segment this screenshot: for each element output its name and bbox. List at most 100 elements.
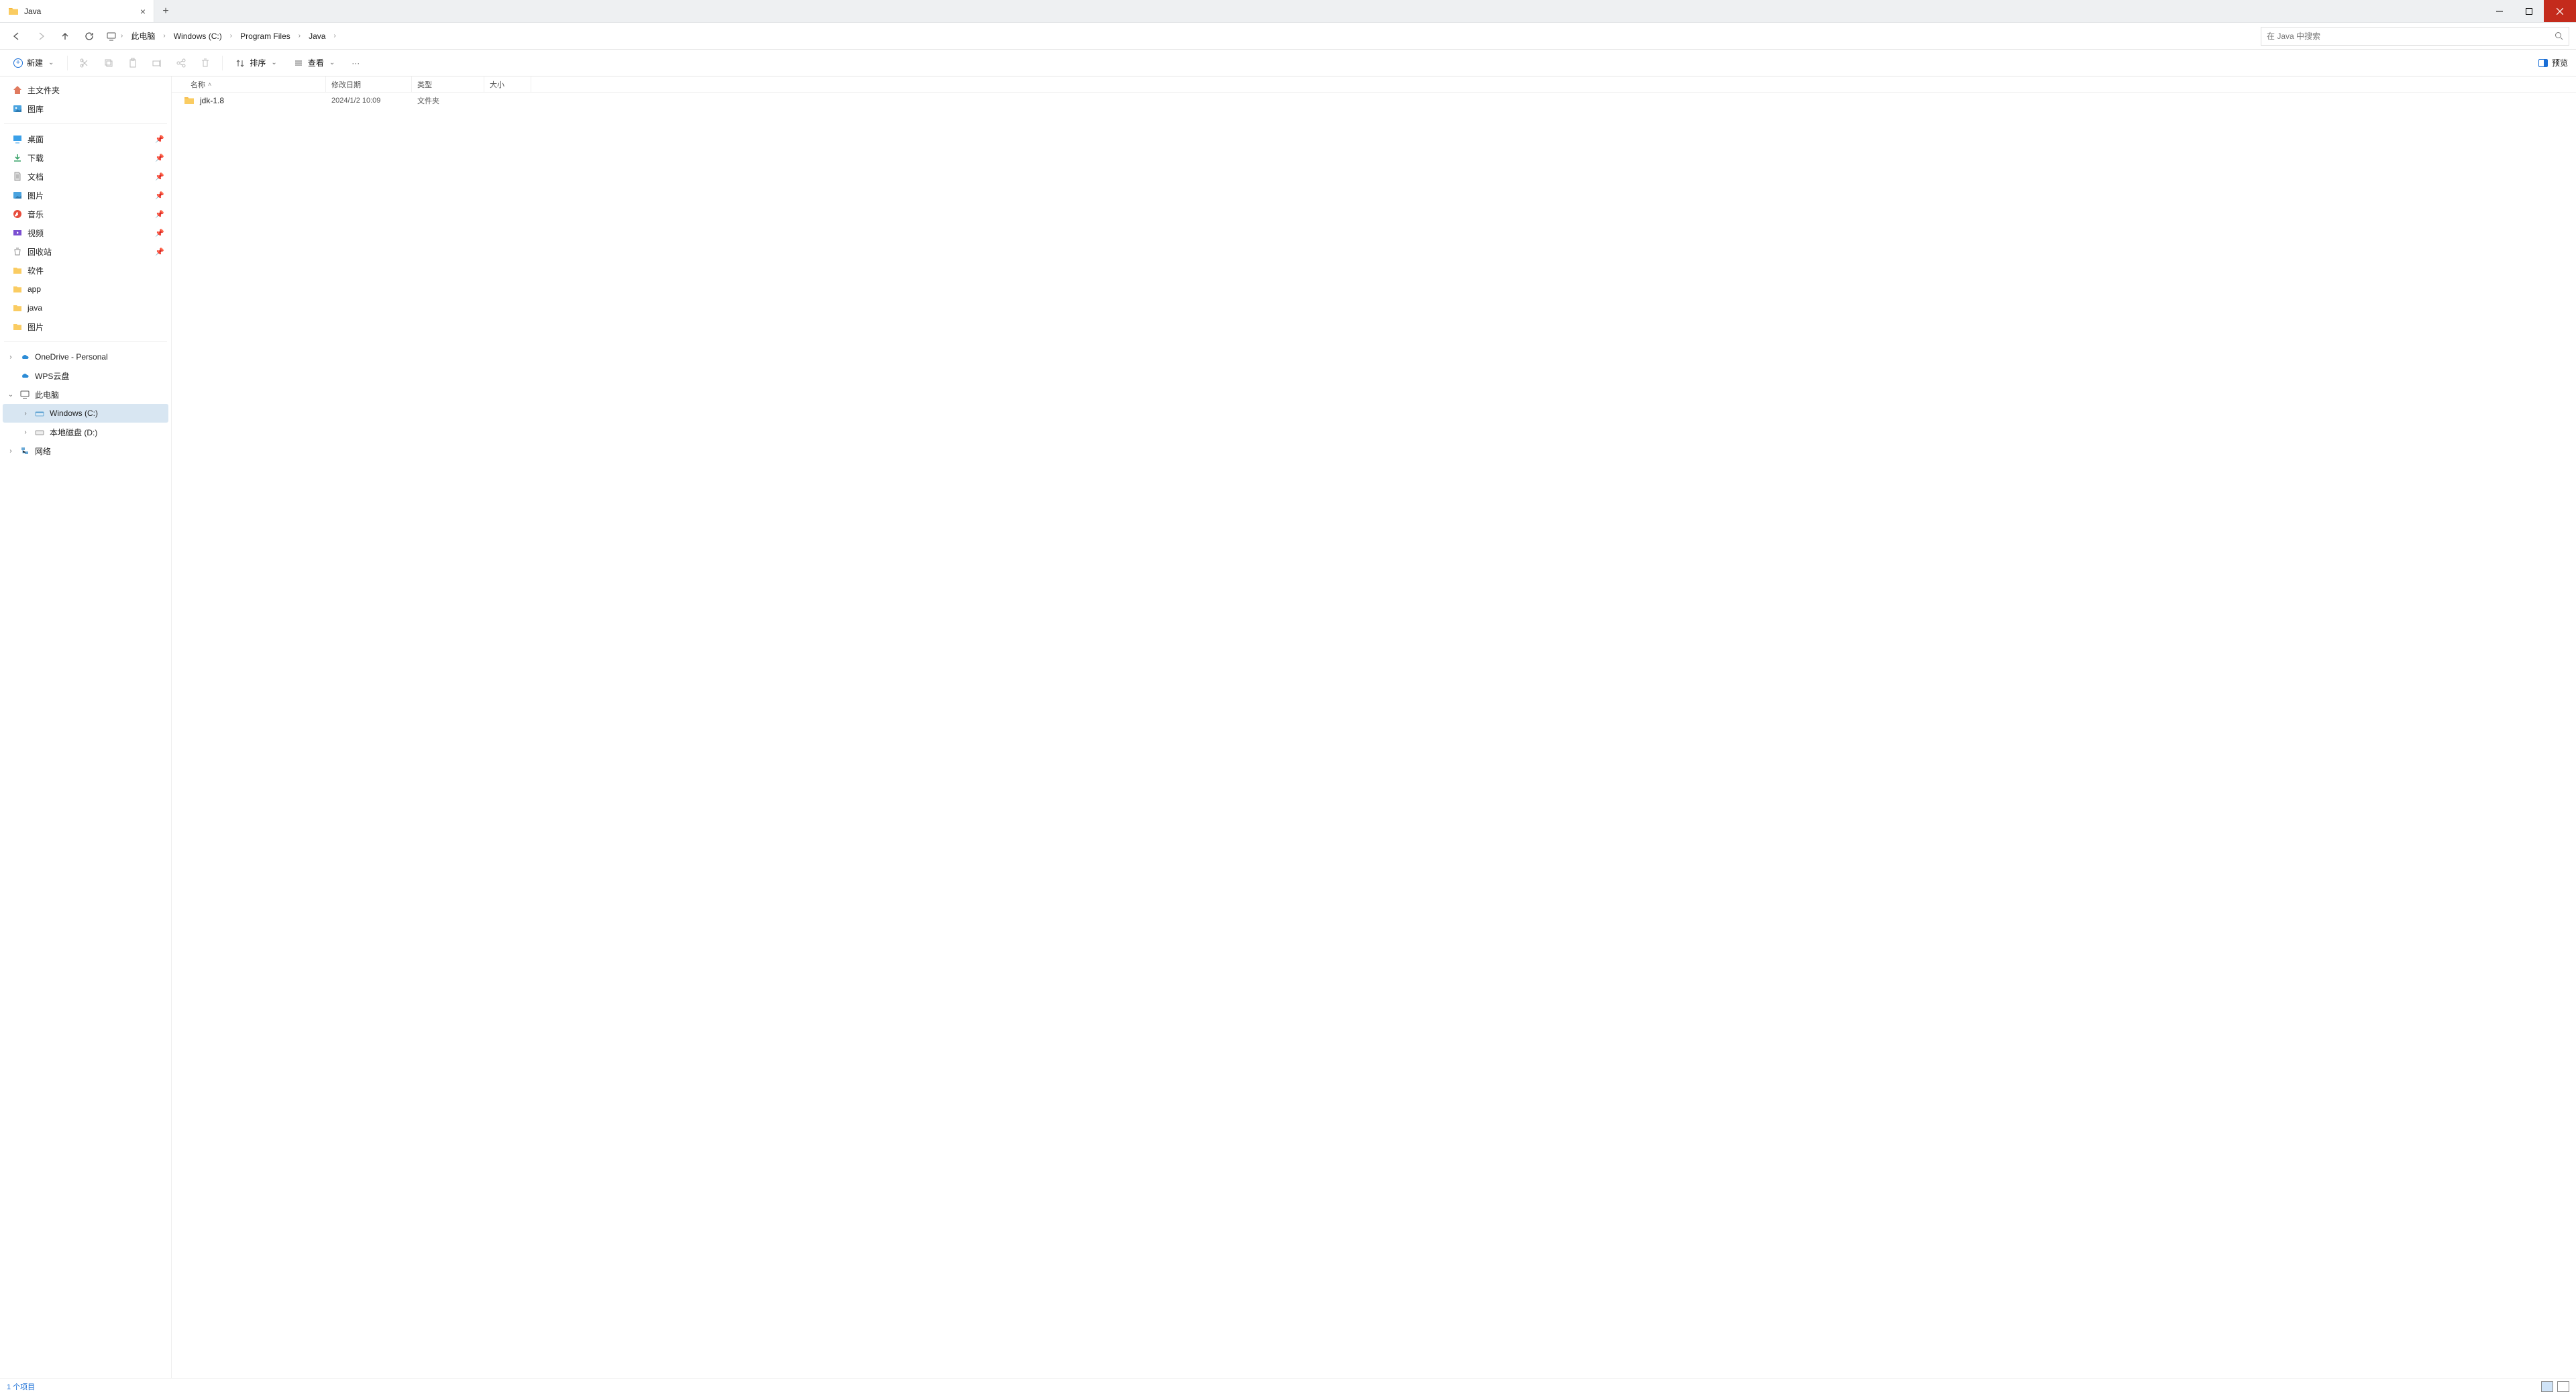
col-name[interactable]: 名称 ˄ — [172, 76, 326, 92]
sidebar-label: 音乐 — [28, 209, 44, 220]
file-name: jdk-1.8 — [200, 96, 224, 105]
sidebar-label: OneDrive - Personal — [35, 352, 108, 362]
monitor-icon — [106, 31, 117, 42]
breadcrumb-item[interactable]: 此电脑 — [127, 28, 159, 44]
sidebar-quick-recycle[interactable]: 回收站 📌 — [3, 242, 168, 261]
tab[interactable]: Java × — [0, 0, 154, 22]
col-type[interactable]: 类型 — [412, 76, 484, 92]
refresh-button[interactable] — [79, 26, 99, 46]
sidebar-quick-videos[interactable]: 视频 📌 — [3, 223, 168, 242]
pin-icon: 📌 — [155, 191, 164, 200]
expand-icon[interactable]: › — [21, 429, 30, 436]
maximize-button[interactable] — [2514, 0, 2544, 22]
sidebar: 主文件夹 图库 桌面 📌 下载 📌 文档 📌 图片 📌 — [0, 76, 172, 1378]
pin-icon: 📌 — [155, 210, 164, 219]
status-text: 1 个项目 — [7, 1381, 35, 1392]
preview-button-label: 预览 — [2552, 57, 2568, 68]
sidebar-quick-pictures[interactable]: 图片 📌 — [3, 186, 168, 205]
sidebar-quick-music[interactable]: 音乐 📌 — [3, 205, 168, 223]
view-button[interactable]: 查看 ⌄ — [288, 54, 341, 71]
title-bar: Java × + — [0, 0, 2576, 23]
pin-icon: 📌 — [155, 154, 164, 162]
folder-icon — [12, 284, 23, 294]
sidebar-label: 此电脑 — [35, 389, 59, 400]
breadcrumb-item[interactable]: Program Files — [236, 29, 294, 44]
sidebar-label: app — [28, 284, 41, 294]
minimize-button[interactable] — [2485, 0, 2514, 22]
cloud-icon — [19, 352, 30, 362]
expand-icon[interactable]: › — [7, 354, 15, 361]
chevron-right-icon[interactable]: › — [119, 32, 124, 40]
sidebar-wps[interactable]: WPS云盘 — [3, 366, 168, 385]
sort-button[interactable]: 排序 ⌄ — [229, 54, 283, 71]
icons-view-button[interactable] — [2557, 1381, 2569, 1392]
view-icon — [293, 58, 304, 68]
document-icon — [12, 171, 23, 182]
sidebar-thispc[interactable]: ⌄ 此电脑 — [3, 385, 168, 404]
col-label: 类型 — [417, 79, 432, 90]
cloud-icon — [19, 370, 30, 381]
toolbar: + 新建 ⌄ 排序 ⌄ 查看 ⌄ ··· 预览 — [0, 50, 2576, 76]
sidebar-home[interactable]: 主文件夹 — [3, 81, 168, 99]
sidebar-label: 图库 — [28, 103, 44, 115]
chevron-right-icon[interactable]: › — [332, 32, 337, 40]
breadcrumb-item[interactable]: Windows (C:) — [170, 29, 226, 44]
details-view-button[interactable] — [2541, 1381, 2553, 1392]
col-label: 名称 — [191, 79, 205, 90]
sidebar-label: WPS云盘 — [35, 370, 69, 382]
forward-button[interactable] — [31, 26, 51, 46]
collapse-icon[interactable]: ⌄ — [7, 391, 15, 398]
search-input[interactable]: 在 Java 中搜索 — [2261, 27, 2569, 46]
sidebar-label: 回收站 — [28, 246, 52, 258]
chevron-right-icon[interactable]: › — [229, 32, 233, 40]
sidebar-quick-documents[interactable]: 文档 📌 — [3, 167, 168, 186]
sidebar-network[interactable]: › 网络 — [3, 441, 168, 460]
download-icon — [12, 152, 23, 163]
col-date[interactable]: 修改日期 — [326, 76, 412, 92]
gallery-icon — [12, 103, 23, 114]
col-size[interactable]: 大小 — [484, 76, 531, 92]
file-row[interactable]: jdk-1.8 2024/1/2 10:09 文件夹 — [172, 93, 2576, 109]
up-button[interactable] — [55, 26, 75, 46]
sidebar-label: 桌面 — [28, 133, 44, 145]
folder-icon — [8, 6, 19, 17]
sidebar-drive-d[interactable]: › 本地磁盘 (D:) — [3, 423, 168, 441]
tab-title: Java — [24, 7, 41, 16]
back-button[interactable] — [7, 26, 27, 46]
sidebar-label: 软件 — [28, 265, 44, 276]
sidebar-quick-java[interactable]: java — [3, 299, 168, 317]
delete-button — [195, 53, 215, 73]
expand-icon[interactable]: › — [21, 410, 30, 417]
paste-button — [123, 53, 143, 73]
sidebar-quick-pictures2[interactable]: 图片 — [3, 317, 168, 336]
chevron-down-icon: ⌄ — [270, 59, 278, 66]
sidebar-label: java — [28, 303, 42, 313]
sidebar-label: 文档 — [28, 171, 44, 182]
drive-icon — [34, 427, 45, 437]
network-icon — [19, 445, 30, 456]
toolbar-separator — [222, 56, 223, 70]
new-tab-button[interactable]: + — [154, 0, 177, 22]
breadcrumb-bar[interactable]: › 此电脑 › Windows (C:) › Program Files › J… — [103, 28, 2257, 44]
new-button[interactable]: + 新建 ⌄ — [8, 54, 60, 71]
sidebar-drive-c[interactable]: › Windows (C:) — [3, 404, 168, 423]
preview-button[interactable]: 预览 — [2538, 57, 2568, 68]
video-icon — [12, 227, 23, 238]
folder-icon — [12, 321, 23, 332]
more-button[interactable]: ··· — [345, 53, 366, 73]
chevron-right-icon[interactable]: › — [162, 32, 166, 40]
sidebar-quick-desktop[interactable]: 桌面 📌 — [3, 129, 168, 148]
expand-icon[interactable]: › — [7, 447, 15, 455]
sidebar-onedrive[interactable]: › OneDrive - Personal — [3, 347, 168, 366]
sidebar-quick-software[interactable]: 软件 — [3, 261, 168, 280]
breadcrumb-item[interactable]: Java — [305, 29, 329, 44]
sidebar-label: Windows (C:) — [50, 409, 98, 418]
pin-icon: 📌 — [155, 135, 164, 144]
chevron-right-icon[interactable]: › — [297, 32, 302, 40]
sidebar-gallery[interactable]: 图库 — [3, 99, 168, 118]
search-placeholder: 在 Java 中搜索 — [2267, 30, 2320, 42]
sidebar-quick-downloads[interactable]: 下载 📌 — [3, 148, 168, 167]
close-button[interactable] — [2544, 0, 2576, 22]
sidebar-quick-app[interactable]: app — [3, 280, 168, 299]
tab-close-button[interactable]: × — [140, 6, 146, 17]
